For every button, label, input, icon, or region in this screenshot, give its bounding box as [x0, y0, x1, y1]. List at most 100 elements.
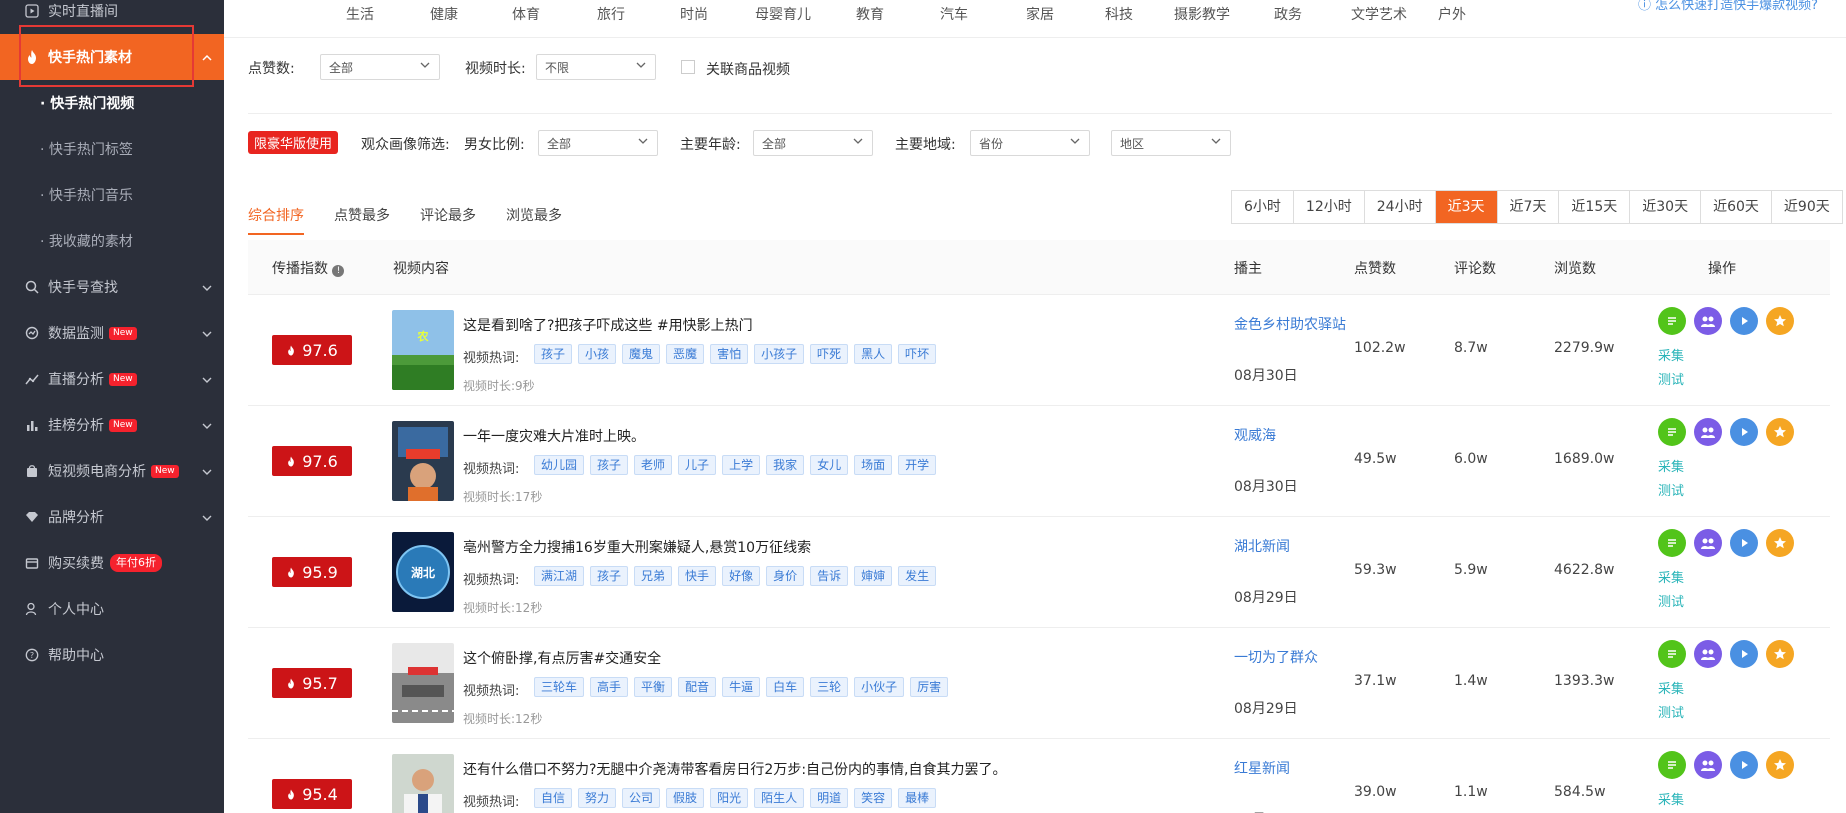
hot-word-tag[interactable]: 小伙子 [854, 677, 905, 697]
category-item[interactable]: 户外 [1438, 4, 1466, 24]
sidebar-item-8[interactable]: ? 帮助中心 [0, 632, 224, 678]
category-item[interactable]: 体育 [512, 4, 540, 24]
time-range-button[interactable]: 近60天 [1701, 191, 1772, 223]
star-icon[interactable] [1766, 640, 1794, 668]
hot-word-tag[interactable]: 身价 [766, 566, 805, 586]
sidebar-item-0[interactable]: 快手号查找 [0, 264, 224, 310]
video-thumbnail[interactable] [392, 754, 454, 813]
category-item[interactable]: 健康 [430, 4, 458, 24]
sidebar-item-1[interactable]: 数据监测 New [0, 310, 224, 356]
video-thumbnail[interactable]: 湖北 [392, 532, 454, 612]
video-thumbnail[interactable] [392, 643, 454, 723]
hot-word-tag[interactable]: 我家 [766, 455, 805, 475]
collect-link[interactable]: 采集 [1658, 789, 1684, 808]
tab-most-views[interactable]: 浏览最多 [506, 205, 562, 225]
category-item[interactable]: 科技 [1105, 4, 1133, 24]
hot-word-tag[interactable]: 最棒 [898, 788, 937, 808]
video-title[interactable]: 亳州警方全力搜捕16岁重大刑案嫌疑人,悬赏10万征线索 [463, 537, 811, 557]
play-icon[interactable] [1730, 751, 1758, 779]
help-link[interactable]: ⓘ 怎么快速打造快手爆款视频? [1638, 0, 1818, 13]
hot-word-tag[interactable]: 兄弟 [634, 566, 673, 586]
sidebar-sub-hot-music[interactable]: · 快手热门音乐 [0, 172, 224, 218]
anchor-link[interactable]: 观威海 [1234, 426, 1350, 446]
hot-word-tag[interactable]: 好像 [722, 566, 761, 586]
duration-select[interactable]: 不限 [536, 54, 656, 80]
tab-most-likes[interactable]: 点赞最多 [334, 205, 390, 225]
category-item[interactable]: 旅行 [597, 4, 625, 24]
hot-word-tag[interactable]: 孩子 [534, 344, 573, 364]
audience-icon[interactable] [1694, 307, 1722, 335]
detail-icon[interactable] [1658, 751, 1686, 779]
time-range-button[interactable]: 近7天 [1497, 191, 1560, 223]
category-item[interactable]: 家居 [1026, 4, 1054, 24]
audience-icon[interactable] [1694, 751, 1722, 779]
video-title[interactable]: 这个俯卧撑,有点厉害#交通安全 [463, 648, 661, 668]
hot-word-tag[interactable]: 厉害 [910, 677, 949, 697]
audience-icon[interactable] [1694, 418, 1722, 446]
sidebar-item-3[interactable]: 挂榜分析 New [0, 402, 224, 448]
anchor-link[interactable]: 金色乡村助农驿站 [1234, 315, 1350, 335]
hot-word-tag[interactable]: 儿子 [678, 455, 717, 475]
category-item[interactable]: 教育 [856, 4, 884, 24]
hot-word-tag[interactable]: 满江湖 [534, 566, 585, 586]
time-range-button[interactable]: 近15天 [1559, 191, 1631, 223]
hot-word-tag[interactable]: 吓坏 [898, 344, 937, 364]
sidebar-item-7[interactable]: 个人中心 [0, 586, 224, 632]
hot-word-tag[interactable]: 恶魔 [666, 344, 705, 364]
gender-select[interactable]: 全部 [538, 130, 658, 156]
collect-link[interactable]: 采集 [1658, 345, 1684, 364]
sidebar-item-5[interactable]: 品牌分析 [0, 494, 224, 540]
audience-icon[interactable] [1694, 640, 1722, 668]
video-title[interactable]: 还有什么借口不努力?无腿中介尧涛带客看房日行2万步:自己份内的事情,自食其力罢了… [463, 759, 1007, 779]
star-icon[interactable] [1766, 751, 1794, 779]
hot-word-tag[interactable]: 告诉 [810, 566, 849, 586]
anchor-link[interactable]: 湖北新闻 [1234, 537, 1350, 557]
likes-select[interactable]: 全部 [320, 54, 440, 80]
time-range-button[interactable]: 12小时 [1293, 191, 1365, 223]
hot-word-tag[interactable]: 幼儿园 [534, 455, 585, 475]
time-range-button[interactable]: 24小时 [1364, 191, 1436, 223]
category-item[interactable]: 摄影教学 [1174, 4, 1230, 24]
hot-word-tag[interactable]: 小孩子 [754, 344, 805, 364]
category-item[interactable]: 母婴育儿 [755, 4, 811, 24]
hot-word-tag[interactable]: 快手 [678, 566, 717, 586]
hot-word-tag[interactable]: 平衡 [634, 677, 673, 697]
time-range-button[interactable]: 6小时 [1232, 191, 1294, 223]
hot-word-tag[interactable]: 三轮车 [534, 677, 585, 697]
hot-word-tag[interactable]: 发生 [898, 566, 937, 586]
test-link[interactable]: 测试 [1658, 369, 1684, 388]
hot-word-tag[interactable]: 假肢 [666, 788, 705, 808]
sidebar-item-6[interactable]: 购买续费 年付6折 [0, 540, 224, 586]
category-item[interactable]: 时尚 [680, 4, 708, 24]
time-range-button[interactable]: 近90天 [1771, 191, 1842, 223]
hot-word-tag[interactable]: 黑人 [854, 344, 893, 364]
hot-word-tag[interactable]: 小孩 [578, 344, 617, 364]
test-link[interactable]: 测试 [1658, 702, 1684, 721]
province-select[interactable]: 省份 [970, 130, 1090, 156]
hot-word-tag[interactable]: 魔鬼 [622, 344, 661, 364]
collect-link[interactable]: 采集 [1658, 456, 1684, 475]
play-icon[interactable] [1730, 529, 1758, 557]
video-title[interactable]: 这是看到啥了?把孩子吓成这些 #用快影上热门 [463, 315, 753, 335]
hot-word-tag[interactable]: 吓死 [810, 344, 849, 364]
hot-word-tag[interactable]: 自信 [534, 788, 573, 808]
anchor-link[interactable]: 红星新闻 [1234, 759, 1350, 779]
collect-link[interactable]: 采集 [1658, 567, 1684, 586]
category-item[interactable]: 汽车 [940, 4, 968, 24]
sidebar-item-kuaishou-hot-material[interactable]: 快手热门素材 [0, 34, 224, 80]
sidebar-sub-favorites[interactable]: · 我收藏的素材 [0, 218, 224, 264]
detail-icon[interactable] [1658, 529, 1686, 557]
category-item[interactable]: 生活 [346, 4, 374, 24]
test-link[interactable]: 测试 [1658, 480, 1684, 499]
area-select[interactable]: 地区 [1111, 130, 1231, 156]
audience-icon[interactable] [1694, 529, 1722, 557]
hot-word-tag[interactable]: 陌生人 [754, 788, 805, 808]
hot-word-tag[interactable]: 婶婶 [854, 566, 893, 586]
hot-word-tag[interactable]: 孩子 [590, 566, 629, 586]
hot-word-tag[interactable]: 公司 [622, 788, 661, 808]
hot-word-tag[interactable]: 牛逼 [722, 677, 761, 697]
hot-word-tag[interactable]: 上学 [722, 455, 761, 475]
detail-icon[interactable] [1658, 307, 1686, 335]
hot-word-tag[interactable]: 害怕 [710, 344, 749, 364]
time-range-button[interactable]: 近30天 [1630, 191, 1702, 223]
